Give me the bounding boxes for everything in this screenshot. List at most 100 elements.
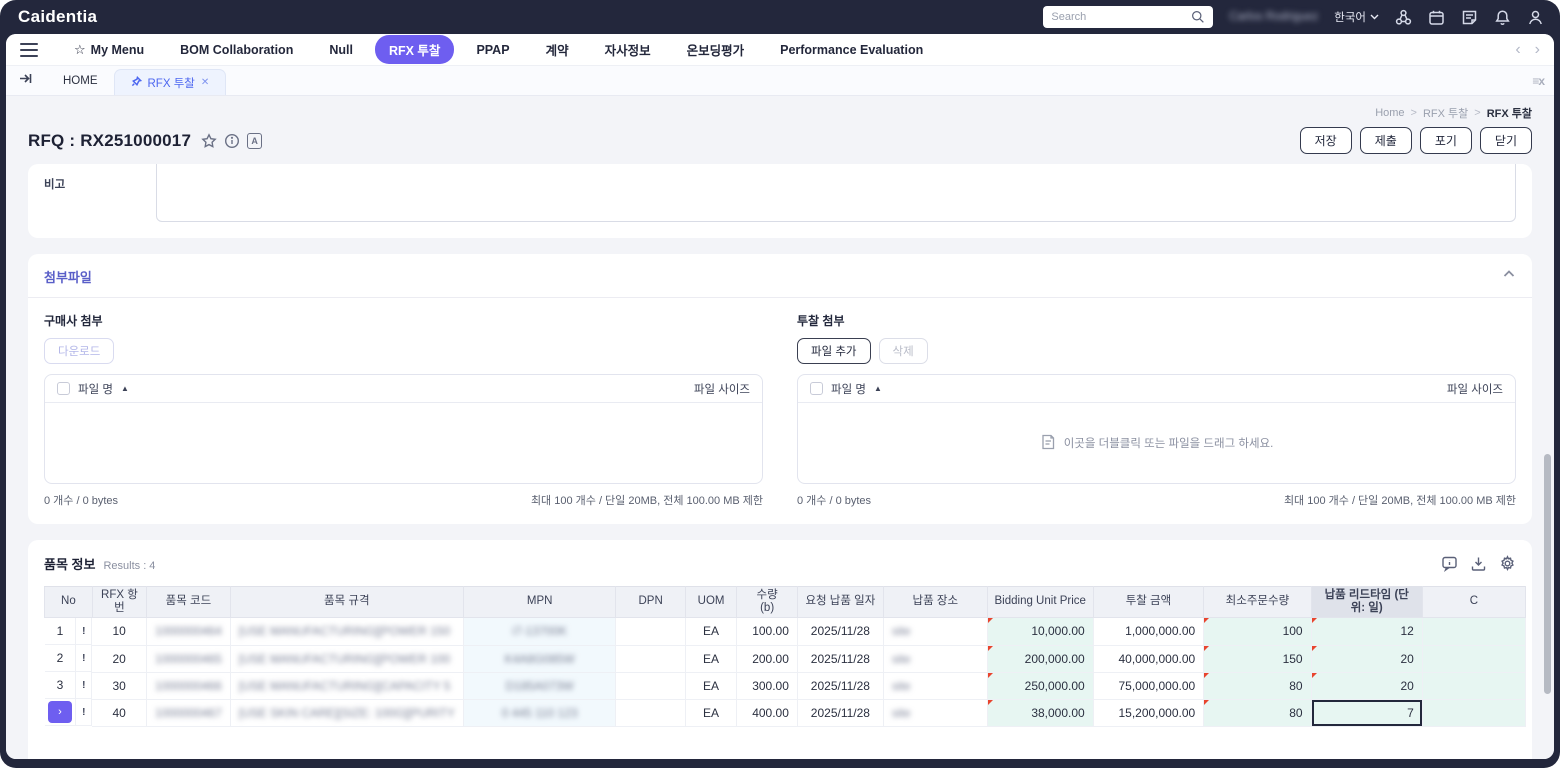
cell-price[interactable]: 200,000.00 bbox=[987, 645, 1094, 673]
tab-close-icon[interactable]: ✕ bbox=[201, 77, 209, 88]
breadcrumb-item[interactable]: RFX 투찰 bbox=[1423, 105, 1468, 121]
nav-item-5[interactable]: PPAP bbox=[462, 38, 523, 62]
info-icon[interactable] bbox=[224, 133, 240, 149]
column-header-rfx[interactable]: RFX 항번 bbox=[91, 586, 148, 618]
action-button-4[interactable]: 닫기 bbox=[1479, 127, 1532, 154]
column-header-mpn[interactable]: MPN bbox=[462, 586, 617, 618]
action-button-1[interactable]: 저장 bbox=[1299, 127, 1352, 154]
buyer-button-1: 다운로드 bbox=[44, 338, 115, 364]
cell-lead[interactable]: 20 bbox=[1311, 672, 1423, 700]
tab-home[interactable]: HOME bbox=[47, 66, 114, 95]
remark-textarea[interactable] bbox=[156, 164, 1516, 222]
column-header-qty[interactable]: 수량 (b) bbox=[736, 586, 798, 618]
bell-icon[interactable] bbox=[1494, 9, 1511, 26]
column-header-dpn[interactable]: DPN bbox=[615, 586, 686, 618]
cell-no[interactable]: 2! bbox=[44, 645, 93, 672]
file-name-header[interactable]: 파일 명 bbox=[78, 381, 113, 397]
cell-moq[interactable]: 80 bbox=[1203, 672, 1312, 700]
user-icon[interactable] bbox=[1527, 9, 1544, 26]
tooltip-info-icon[interactable] bbox=[1441, 555, 1458, 572]
sort-asc-icon[interactable]: ▲ bbox=[874, 384, 882, 393]
row-number: 1 bbox=[56, 624, 64, 638]
cell-no[interactable]: 1! bbox=[44, 618, 93, 645]
memo-icon[interactable] bbox=[1461, 9, 1478, 26]
nav-item-4[interactable]: RFX 투찰 bbox=[374, 35, 455, 64]
breadcrumb-item[interactable]: Home bbox=[1375, 107, 1404, 119]
vertical-scrollbar[interactable] bbox=[1544, 454, 1551, 694]
cell-price[interactable]: 38,000.00 bbox=[987, 699, 1094, 727]
language-selector[interactable]: 한국어 bbox=[1334, 9, 1379, 25]
download-icon[interactable] bbox=[1470, 555, 1487, 572]
column-header-moq[interactable]: 최소주문수량 bbox=[1203, 586, 1312, 618]
cell-value: site bbox=[891, 678, 911, 693]
nav-next-icon[interactable]: › bbox=[1535, 41, 1540, 58]
select-all-checkbox[interactable] bbox=[57, 382, 70, 395]
bid-button-1[interactable]: 파일 추가 bbox=[797, 338, 871, 364]
bid-dropzone[interactable]: 이곳을 더블클릭 또는 파일을 드래그 하세요. bbox=[798, 403, 1515, 483]
nav-item-6[interactable]: 계약 bbox=[532, 35, 583, 64]
nav-item-8[interactable]: 온보딩평가 bbox=[673, 35, 759, 64]
file-size-header[interactable]: 파일 사이즈 bbox=[694, 381, 750, 397]
column-header-no[interactable]: No bbox=[44, 586, 93, 618]
tab-bar: HOME RFX 투찰 ✕ ≡x bbox=[6, 66, 1554, 96]
favorite-star-icon[interactable] bbox=[201, 132, 217, 149]
column-header-code[interactable]: 품목 코드 bbox=[146, 586, 231, 618]
column-header-place[interactable]: 납품 장소 bbox=[882, 586, 988, 618]
cell-lead[interactable]: 7 bbox=[1311, 699, 1423, 727]
column-header-price[interactable]: Bidding Unit Price bbox=[986, 586, 1094, 618]
tab-rfx-투찰[interactable]: RFX 투찰 ✕ bbox=[113, 69, 227, 95]
cell-place: site bbox=[883, 672, 988, 700]
buyer-attachment-panel: 구매사 첨부 다운로드 파일 명 ▲ 파일 사이즈 0 개수 / 0 bytes… bbox=[44, 312, 763, 508]
nav-prev-icon[interactable]: ‹ bbox=[1515, 41, 1520, 58]
collapse-chevron-icon[interactable] bbox=[1502, 267, 1516, 286]
sort-asc-icon[interactable]: ▲ bbox=[121, 384, 129, 393]
cell-moq[interactable]: 150 bbox=[1203, 645, 1312, 673]
column-header-extra[interactable]: C bbox=[1421, 586, 1526, 618]
nav-item-3[interactable]: Null bbox=[315, 38, 367, 62]
action-button-3[interactable]: 포기 bbox=[1419, 127, 1472, 154]
nav-item-7[interactable]: 자사정보 bbox=[591, 35, 665, 64]
gear-icon[interactable] bbox=[1499, 555, 1516, 572]
cell-extra[interactable] bbox=[1422, 645, 1526, 673]
column-header-lead[interactable]: 납품 리드타임 (단위: 일) bbox=[1310, 586, 1423, 618]
cell-value: 1000000466 bbox=[155, 678, 222, 693]
search-input[interactable] bbox=[1051, 11, 1192, 23]
attachments-card: 첨부파일 구매사 첨부 다운로드 파일 명 ▲ 파일 사이즈 0 개수 / 0 … bbox=[28, 254, 1532, 524]
column-header-date[interactable]: 요청 납품 일자 bbox=[796, 586, 884, 618]
search-icon[interactable] bbox=[1191, 10, 1205, 24]
nav-item-2[interactable]: BOM Collaboration bbox=[166, 38, 307, 62]
close-all-tabs-icon[interactable]: ≡x bbox=[1532, 74, 1545, 88]
nav-item-1[interactable]: ☆ My Menu bbox=[60, 37, 158, 63]
action-button-2[interactable]: 제출 bbox=[1359, 127, 1412, 154]
cell-extra[interactable] bbox=[1422, 672, 1526, 700]
cell-extra[interactable] bbox=[1422, 617, 1526, 646]
global-search[interactable] bbox=[1043, 6, 1214, 28]
cell-lead[interactable]: 20 bbox=[1311, 645, 1423, 673]
cell-price[interactable]: 10,000.00 bbox=[987, 617, 1094, 646]
cell-moq[interactable]: 100 bbox=[1203, 617, 1312, 646]
tab-pin-icon bbox=[131, 75, 142, 90]
cell-price[interactable]: 250,000.00 bbox=[987, 672, 1094, 700]
sidebar-expand-icon[interactable] bbox=[18, 71, 33, 91]
nav-item-9[interactable]: Performance Evaluation bbox=[766, 38, 937, 62]
file-size-header[interactable]: 파일 사이즈 bbox=[1447, 381, 1503, 397]
cell-extra[interactable] bbox=[1422, 699, 1526, 727]
column-header-uom[interactable]: UOM bbox=[684, 586, 738, 618]
selected-row-indicator[interactable]: › bbox=[47, 701, 73, 723]
calendar-icon[interactable] bbox=[1428, 9, 1445, 26]
column-header-spec[interactable]: 품목 규격 bbox=[229, 586, 464, 618]
select-all-checkbox[interactable] bbox=[810, 382, 823, 395]
file-name-header[interactable]: 파일 명 bbox=[831, 381, 866, 397]
buyer-file-list-body[interactable] bbox=[45, 403, 762, 483]
cell-lead[interactable]: 12 bbox=[1311, 617, 1423, 646]
cell-no[interactable]: ›! bbox=[44, 699, 93, 726]
cell-no[interactable]: 3! bbox=[44, 672, 93, 699]
cell-value: 80 bbox=[1289, 705, 1303, 720]
document-info-icon[interactable]: A bbox=[247, 132, 263, 149]
column-header-amount[interactable]: 투찰 금액 bbox=[1092, 586, 1205, 618]
cell-moq[interactable]: 80 bbox=[1203, 699, 1312, 727]
row-flag-icon: ! bbox=[75, 645, 91, 671]
cell-place: site bbox=[883, 617, 988, 646]
hamburger-menu-icon[interactable] bbox=[20, 42, 38, 57]
network-icon[interactable] bbox=[1395, 9, 1412, 26]
